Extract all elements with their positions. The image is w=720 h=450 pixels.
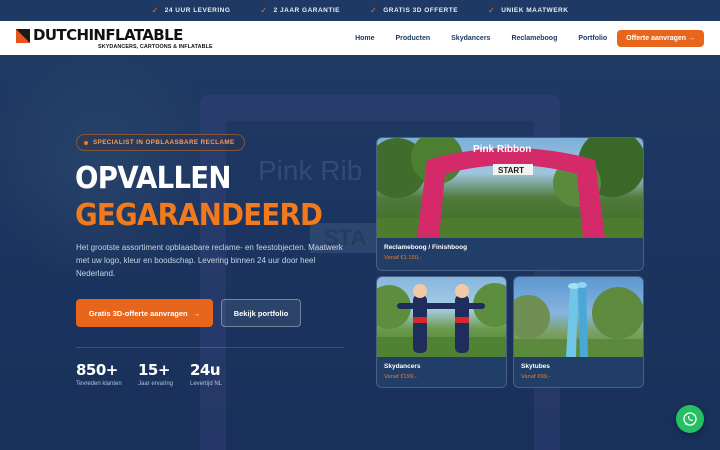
product-card-reclameboog[interactable]: Pink Ribbon START Reclameboog / Finishbo… — [376, 137, 644, 271]
nav-reclameboog[interactable]: Reclameboog — [511, 35, 557, 42]
product-price: Vanaf €1.150,- — [384, 255, 422, 261]
nav-home[interactable]: Home — [355, 35, 374, 42]
logo-part1: DUTCH — [33, 26, 89, 44]
logo-mark-icon — [16, 29, 30, 43]
product-caption: Skydancers Vanaf €199,- — [384, 363, 421, 380]
stat-delivery: 24u Levertijd NL — [190, 361, 222, 387]
stat-value: 24u — [190, 361, 221, 379]
specialist-badge: SPECIALIST IN OPBLAASBARE RECLAME — [76, 134, 245, 151]
hero-description: Het grootste assortiment opblaasbare rec… — [76, 243, 343, 278]
free-quote-label: Gratis 3D-offerte aanvragen — [88, 308, 188, 318]
photo-text: Pink Ribbon — [473, 144, 531, 155]
portfolio-button[interactable]: Bekijk portfolio — [221, 299, 301, 327]
logo-tagline: SKYDANCERS, CARTOONS & INFLATABLE — [98, 44, 213, 50]
product-price: Vanaf €99,- — [521, 374, 551, 380]
hero-title-line1: OPVALLEN — [75, 161, 232, 196]
usp-bar: ✓ 24 UUR LEVERING ✓ 2 JAAR GARANTIE ✓ GRATI… — [0, 0, 720, 21]
stat-customers: 850+ Tevreden klanten — [76, 361, 122, 387]
stat-value: 15+ — [138, 361, 170, 379]
product-photo-arch: Pink Ribbon START — [377, 138, 643, 238]
product-title: Skydancers — [384, 363, 421, 370]
check-icon: ✓ — [260, 6, 268, 15]
usp-item: ✓ GRATIS 3D OFFERTE — [370, 6, 458, 15]
divider — [76, 347, 344, 348]
nav-portfolio[interactable]: Portfolio — [578, 35, 607, 42]
logo-wordmark: DUTCHINFLATABLE — [33, 26, 183, 44]
main-nav: Home Producten Skydancers Reclameboog Po… — [334, 30, 704, 47]
free-quote-button[interactable]: Gratis 3D-offerte aanvragen → — [76, 299, 213, 327]
usp-item: ✓ 2 JAAR GARANTIE — [260, 6, 340, 15]
product-card-skydancers[interactable]: Skydancers Vanaf €199,- — [376, 276, 507, 388]
whatsapp-button[interactable] — [676, 405, 704, 433]
hero-title-line2: GEGARANDEERD — [75, 198, 323, 233]
logo-part2: INFLATABLE — [88, 26, 183, 44]
stat-label: Jaar ervaring — [138, 381, 174, 387]
badge-label: SPECIALIST IN OPBLAASBARE RECLAME — [93, 139, 235, 146]
stat-label: Levertijd NL — [190, 381, 223, 387]
check-icon: ✓ — [488, 6, 496, 15]
check-icon: ✓ — [151, 6, 159, 15]
product-title: Reclameboog / Finishboog — [384, 244, 468, 251]
usp-item: ✓ 24 UUR LEVERING — [152, 6, 231, 15]
whatsapp-icon — [683, 412, 697, 426]
skytube-illustration — [514, 282, 643, 357]
check-icon: ✓ — [370, 6, 378, 15]
nav-skydancers[interactable]: Skydancers — [451, 35, 490, 42]
product-title: Skytubes — [521, 363, 550, 370]
hero-section: Pink Rib STA SPECIALIST IN OPBLAASBARE R… — [0, 55, 720, 450]
stat-label: Tevreden klanten — [76, 381, 122, 387]
product-caption: Skytubes Vanaf €99,- — [521, 363, 551, 380]
usp-label: 24 UUR LEVERING — [164, 7, 231, 14]
arrow-right-icon: → — [192, 308, 201, 318]
quote-button[interactable]: Offerte aanvragen → — [617, 30, 704, 47]
product-photo-skytubes — [514, 277, 643, 357]
skydancer-illustration — [377, 283, 506, 357]
product-photo-skydancers — [377, 277, 506, 357]
logo[interactable]: DUTCHINFLATABLE SKYDANCERS, CARTOONS & I… — [16, 26, 213, 50]
usp-label: GRATIS 3D OFFERTE — [383, 7, 459, 14]
usp-label: UNIEK MAATWERK — [501, 7, 569, 14]
stat-value: 850+ — [76, 361, 118, 379]
product-price: Vanaf €199,- — [384, 374, 417, 380]
usp-item: ✓ UNIEK MAATWERK — [488, 6, 568, 15]
hero-background-text: Pink Rib — [258, 155, 363, 186]
nav-producten[interactable]: Producten — [396, 35, 431, 42]
product-card-skytubes[interactable]: Skytubes Vanaf €99,- — [513, 276, 644, 388]
stat-experience: 15+ Jaar ervaring — [138, 361, 173, 387]
arch-illustration: Pink Ribbon START — [377, 138, 643, 238]
site-header: DUTCHINFLATABLE SKYDANCERS, CARTOONS & I… — [0, 21, 720, 55]
photo-start-text: START — [498, 166, 524, 175]
usp-label: 2 JAAR GARANTIE — [273, 7, 340, 14]
dot-icon — [84, 141, 88, 145]
product-caption: Reclameboog / Finishboog Vanaf €1.150,- — [384, 244, 467, 261]
